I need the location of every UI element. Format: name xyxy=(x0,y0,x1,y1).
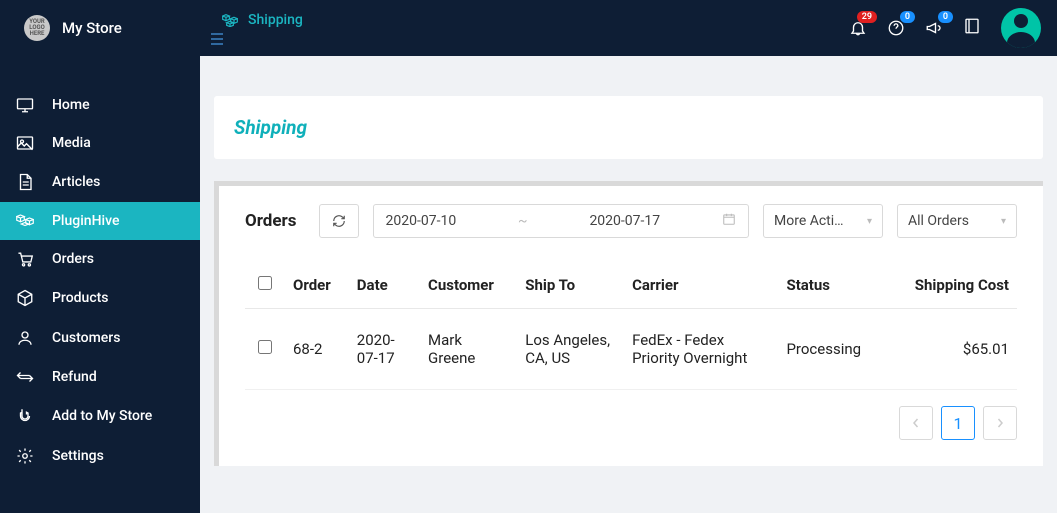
sidebar-item-label: Customers xyxy=(52,330,120,346)
document-icon xyxy=(16,173,34,191)
sidebar-item-label: Settings xyxy=(52,448,104,464)
sidebar-item-articles[interactable]: Articles xyxy=(0,162,200,202)
pagination: 1 xyxy=(245,406,1017,440)
avatar-button[interactable] xyxy=(1001,8,1041,48)
table-header-row: Order Date Customer Ship To Carrier Stat… xyxy=(245,262,1017,309)
sidebar-item-orders[interactable]: Orders xyxy=(0,240,200,278)
order-filter-label: All Orders xyxy=(908,213,969,229)
pager-page-button[interactable]: 1 xyxy=(941,406,975,440)
display-icon xyxy=(16,97,34,113)
page-title: Shipping xyxy=(234,116,1023,139)
col-carrier: Carrier xyxy=(624,262,778,309)
refund-icon xyxy=(16,369,34,385)
sidebar-item-label: Orders xyxy=(52,251,94,267)
orders-toolbar: Orders 2020-07-10 ~ 2020-07-17 More Acti… xyxy=(245,204,1017,238)
settings-icon xyxy=(16,447,34,465)
user-icon xyxy=(16,329,34,347)
sidebar-item-label: Home xyxy=(52,97,90,113)
main-content: Shipping Orders 2020-07-10 ~ 2020-07-17 xyxy=(200,56,1057,513)
top-header: YOUR LOGO HERE My Store Shipping 29 0 0 xyxy=(0,0,1057,56)
logo-placeholder: YOUR LOGO HERE xyxy=(24,15,50,41)
logo-area: YOUR LOGO HERE My Store xyxy=(0,15,200,41)
sidebar-item-label: Media xyxy=(52,135,91,151)
sidebar-item-products[interactable]: Products xyxy=(0,278,200,318)
col-status: Status xyxy=(778,262,886,309)
cell-order: 68-2 xyxy=(285,309,349,390)
col-shipto: Ship To xyxy=(517,262,624,309)
menu-toggle-icon[interactable] xyxy=(200,30,303,49)
page-title-card: Shipping xyxy=(214,96,1043,159)
sidebar-item-home[interactable]: Home xyxy=(0,86,200,124)
header-right: 29 0 0 xyxy=(849,8,1041,48)
calendar-icon xyxy=(722,212,736,230)
col-cost: Shipping Cost xyxy=(886,262,1017,309)
cell-carrier: FedEx - Fedex Priority Overnight xyxy=(624,309,778,390)
chevron-right-icon xyxy=(995,418,1005,428)
sidebar-item-settings[interactable]: Settings xyxy=(0,436,200,476)
col-order: Order xyxy=(285,262,349,309)
table-row: 68-2 2020-07-17 Mark Greene Los Angeles,… xyxy=(245,309,1017,390)
pager-prev-button[interactable] xyxy=(899,406,933,440)
store-name: My Store xyxy=(62,19,122,37)
docs-button[interactable] xyxy=(963,17,981,39)
select-all-checkbox[interactable] xyxy=(258,276,272,290)
announcements-badge: 0 xyxy=(938,11,953,23)
sidebar-item-customers[interactable]: Customers xyxy=(0,318,200,358)
date-range-picker[interactable]: 2020-07-10 ~ 2020-07-17 xyxy=(373,204,750,238)
sidebar-item-label: PluginHive xyxy=(52,213,119,229)
date-separator: ~ xyxy=(518,213,528,229)
select-all-col xyxy=(245,262,285,309)
sidebar-item-label: Refund xyxy=(52,369,97,385)
cell-date: 2020-07-17 xyxy=(349,309,420,390)
top-nav: Shipping xyxy=(200,8,303,49)
pager-next-button[interactable] xyxy=(983,406,1017,440)
help-button[interactable]: 0 xyxy=(887,19,905,37)
orders-heading: Orders xyxy=(245,211,297,231)
notifications-badge: 29 xyxy=(857,11,877,23)
orders-card: Orders 2020-07-10 ~ 2020-07-17 More Acti… xyxy=(214,181,1043,466)
image-icon xyxy=(16,135,34,151)
refresh-button[interactable] xyxy=(319,204,359,238)
cubes-icon xyxy=(222,13,238,27)
sidebar-item-add-store[interactable]: Add to My Store xyxy=(0,396,200,436)
order-filter-dropdown[interactable]: All Orders ▾ xyxy=(897,204,1017,238)
col-customer: Customer xyxy=(420,262,517,309)
refresh-icon xyxy=(332,214,346,228)
date-to: 2020-07-17 xyxy=(589,213,660,229)
orders-table-wrap: Order Date Customer Ship To Carrier Stat… xyxy=(245,262,1017,390)
date-from: 2020-07-10 xyxy=(386,213,457,229)
cell-cost: $65.01 xyxy=(886,309,1017,390)
book-icon xyxy=(963,17,981,35)
sidebar-item-refund[interactable]: Refund xyxy=(0,358,200,396)
notifications-button[interactable]: 29 xyxy=(849,19,867,37)
cell-customer: Mark Greene xyxy=(420,309,517,390)
cell-shipto: Los Angeles, CA, US xyxy=(517,309,624,390)
sidebar-item-pluginhive[interactable]: PluginHive xyxy=(0,202,200,240)
top-shipping-link[interactable]: Shipping xyxy=(200,8,303,30)
chevron-down-icon: ▾ xyxy=(867,216,872,227)
sidebar-item-media[interactable]: Media xyxy=(0,124,200,162)
help-badge: 0 xyxy=(900,11,915,23)
col-date: Date xyxy=(349,262,420,309)
more-actions-label: More Acti… xyxy=(774,213,844,229)
pointer-icon xyxy=(16,407,34,425)
chevron-down-icon: ▾ xyxy=(1001,216,1006,227)
cell-status: Processing xyxy=(778,309,886,390)
cubes-icon xyxy=(16,213,34,229)
chevron-left-icon xyxy=(911,418,921,428)
sidebar-item-label: Products xyxy=(52,290,109,306)
orders-table: Order Date Customer Ship To Carrier Stat… xyxy=(245,262,1017,390)
box-icon xyxy=(16,289,34,307)
top-shipping-label: Shipping xyxy=(248,12,303,28)
cart-icon xyxy=(16,251,34,267)
more-actions-dropdown[interactable]: More Acti… ▾ xyxy=(763,204,883,238)
sidebar-item-label: Articles xyxy=(52,174,100,190)
sidebar-item-label: Add to My Store xyxy=(52,408,152,424)
row-checkbox[interactable] xyxy=(258,340,272,354)
sidebar: Home Media Articles PluginHive Orders Pr… xyxy=(0,56,200,513)
announcements-button[interactable]: 0 xyxy=(925,19,943,37)
